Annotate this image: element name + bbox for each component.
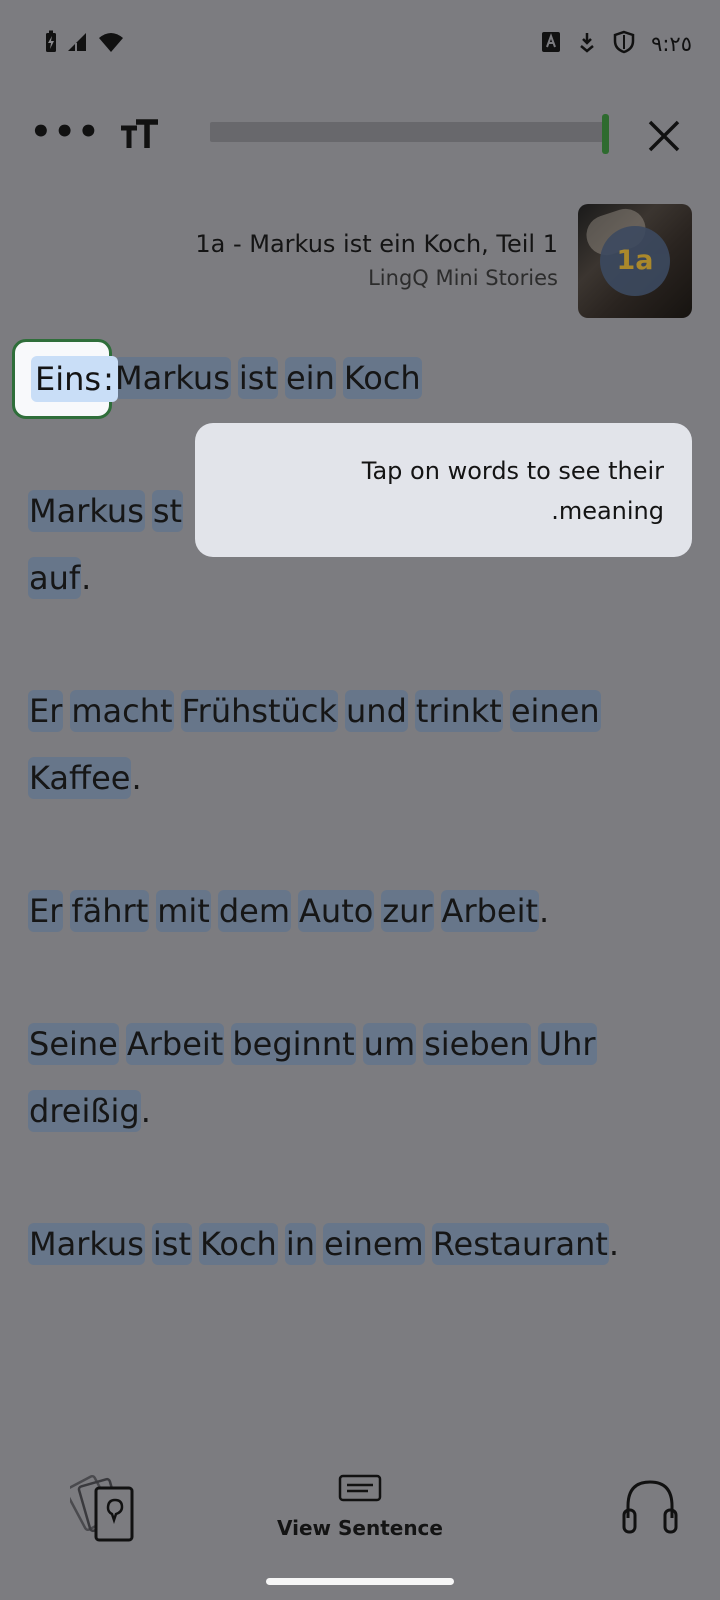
- view-sentence-icon: [338, 1474, 382, 1502]
- battery-charging-icon: [44, 30, 58, 58]
- status-bar: ٩:٢٥: [0, 0, 720, 88]
- word-token[interactable]: Uhr: [537, 1023, 597, 1065]
- more-options-button[interactable]: •••: [30, 114, 99, 154]
- word-token[interactable]: Arbeit: [440, 890, 540, 932]
- word-token[interactable]: trinkt: [414, 690, 503, 732]
- onboarding-tooltip[interactable]: Tap on words to see their .meaning: [195, 423, 692, 557]
- lesson-thumbnail[interactable]: 1a: [578, 204, 692, 318]
- wifi-icon: [98, 31, 124, 57]
- lesson-progress-track[interactable]: [210, 122, 606, 142]
- word-token[interactable]: macht: [70, 690, 174, 732]
- flashcards-icon: [64, 1474, 134, 1542]
- word-token[interactable]: in: [284, 1223, 316, 1265]
- paragraph: Markus ist Koch in einem Restaurant.: [28, 1211, 708, 1278]
- audio-button[interactable]: [620, 1476, 680, 1538]
- word-token[interactable]: mit: [156, 890, 211, 932]
- paragraph: Er macht Frühstück und trinkt einen Kaffee.: [28, 678, 708, 812]
- word-token[interactable]: Restaurant: [431, 1223, 609, 1265]
- punctuation: .: [81, 559, 92, 597]
- text-size-button[interactable]: [118, 114, 164, 158]
- selected-word-colon: :: [103, 360, 114, 398]
- status-right-icons: ٩:٢٥: [541, 30, 692, 58]
- view-sentence-label: View Sentence: [277, 1516, 443, 1540]
- word-token[interactable]: Arbeit: [125, 1023, 225, 1065]
- word-token[interactable]: dreißig: [28, 1090, 141, 1132]
- word-token[interactable]: auf: [28, 557, 82, 599]
- download-shield-icon: [577, 31, 597, 57]
- view-sentence-button[interactable]: View Sentence: [275, 1474, 445, 1556]
- flashcards-button[interactable]: [64, 1474, 140, 1544]
- punctuation: .: [539, 892, 550, 930]
- punctuation: .: [608, 1225, 620, 1263]
- close-icon: [648, 120, 680, 152]
- word-token[interactable]: Markus: [28, 490, 145, 532]
- word-token[interactable]: st: [151, 490, 184, 532]
- word-token[interactable]: Er: [28, 890, 64, 932]
- more-icon: •••: [30, 112, 102, 152]
- word-token[interactable]: Kaffee: [28, 757, 132, 799]
- word-token[interactable]: sieben: [423, 1023, 531, 1065]
- word-token[interactable]: beginnt: [231, 1023, 356, 1065]
- tooltip-line-2: .meaning: [551, 497, 664, 525]
- keyboard-a-icon: [541, 31, 561, 57]
- status-left-icons: [44, 30, 124, 58]
- word-token[interactable]: ein: [284, 357, 336, 399]
- lesson-progress-marker[interactable]: [602, 114, 609, 154]
- selected-word[interactable]: Eins:: [31, 356, 118, 402]
- signal-icon: [66, 31, 90, 57]
- punctuation: .: [131, 759, 142, 797]
- paragraph: Markus ist ein Koch: [28, 345, 708, 412]
- word-token[interactable]: zur: [381, 890, 434, 932]
- word-token[interactable]: Koch: [342, 357, 422, 399]
- shield-icon: [613, 30, 635, 58]
- punctuation: .: [140, 1092, 151, 1130]
- word-token[interactable]: Koch: [198, 1223, 278, 1265]
- word-token[interactable]: fährt: [70, 890, 150, 932]
- status-time: ٩:٢٥: [651, 32, 692, 56]
- word-token[interactable]: einem: [323, 1223, 425, 1265]
- word-token[interactable]: ist: [151, 1223, 192, 1265]
- tooltip-text: Tap on words to see their .meaning: [224, 451, 664, 531]
- word-token[interactable]: einen: [509, 690, 601, 732]
- tooltip-line-1: Tap on words to see their: [361, 457, 664, 485]
- thumbnail-badge: 1a: [600, 226, 670, 296]
- word-token[interactable]: Markus: [114, 357, 231, 399]
- word-token[interactable]: Seine: [28, 1023, 119, 1065]
- word-token[interactable]: und: [345, 690, 408, 732]
- close-button[interactable]: [642, 114, 686, 158]
- lesson-header: 1a - Markus ist ein Koch, Teil 1 LingQ M…: [0, 204, 720, 320]
- lesson-course[interactable]: LingQ Mini Stories: [368, 266, 558, 290]
- word-token[interactable]: Auto: [298, 890, 375, 932]
- word-token[interactable]: um: [362, 1023, 417, 1065]
- word-token[interactable]: ist: [237, 357, 278, 399]
- selected-word-text: Eins: [35, 360, 102, 398]
- paragraph: Seine Arbeit beginnt um sieben Uhr dreißig.: [28, 1011, 708, 1145]
- word-token[interactable]: Frühstück: [180, 690, 338, 732]
- word-token[interactable]: dem: [217, 890, 292, 932]
- onboarding-spotlight[interactable]: Eins:: [12, 339, 118, 419]
- word-token[interactable]: Er: [28, 690, 64, 732]
- home-indicator[interactable]: [266, 1578, 454, 1585]
- text-size-icon: [121, 119, 158, 148]
- bottom-bar: View Sentence: [0, 1460, 720, 1570]
- lesson-title: 1a - Markus ist ein Koch, Teil 1: [195, 230, 558, 258]
- reader-toolbar: •••: [0, 100, 720, 172]
- paragraph: Er fährt mit dem Auto zur Arbeit.: [28, 878, 708, 945]
- headphones-icon: [622, 1480, 678, 1534]
- word-token[interactable]: Markus: [28, 1223, 145, 1265]
